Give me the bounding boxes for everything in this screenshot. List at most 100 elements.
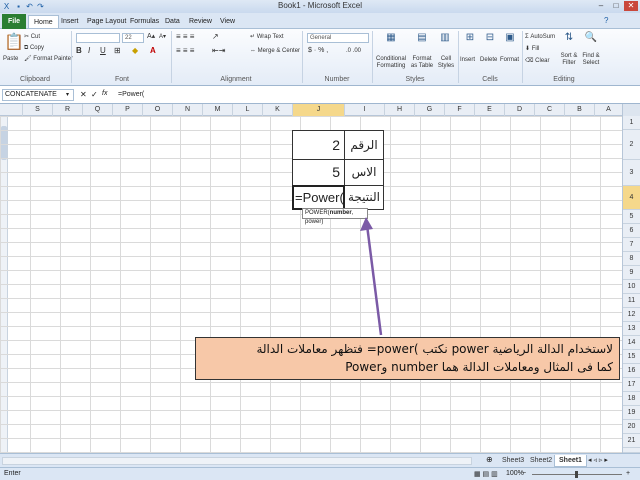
formula-input[interactable]: =Power( — [116, 89, 638, 101]
column-header[interactable]: G — [414, 104, 444, 116]
sheet-tab-sheet1[interactable]: Sheet1 — [554, 455, 587, 467]
column-header-selected[interactable]: J — [292, 104, 344, 116]
italic-button[interactable]: I — [88, 47, 90, 55]
column-header[interactable]: E — [474, 104, 504, 116]
name-box-dropdown-icon[interactable]: ▾ — [66, 91, 69, 98]
accounting-icon[interactable]: $ · % , — [308, 47, 328, 55]
row-header[interactable]: 8 — [623, 252, 640, 266]
column-header[interactable]: S — [22, 104, 52, 116]
row-header[interactable]: 20 — [623, 420, 640, 434]
merge-center-button[interactable]: ⇔ Merge & Center — [250, 47, 300, 55]
row-header[interactable]: 11 — [623, 294, 640, 308]
row-header-selected[interactable]: 4 — [623, 186, 640, 210]
indent-icon[interactable]: ⇤⇥ — [212, 47, 225, 55]
row-header[interactable]: 3 — [623, 160, 640, 186]
cell-i3[interactable]: الاس — [344, 159, 384, 186]
underline-button[interactable]: U — [100, 47, 106, 55]
number-format-select[interactable]: General — [307, 33, 369, 43]
view-buttons-icon[interactable]: ▦ ▤ ▥ — [474, 470, 498, 478]
row-header[interactable]: 19 — [623, 406, 640, 420]
column-header[interactable]: C — [534, 104, 564, 116]
cancel-entry-icon[interactable]: ✕ — [80, 90, 87, 99]
autosum-button[interactable]: Σ AutoSum — [525, 33, 555, 41]
row-header[interactable]: 13 — [623, 322, 640, 336]
shrink-font-button[interactable]: A▾ — [159, 33, 166, 41]
row-header[interactable]: 7 — [623, 238, 640, 252]
orientation-icon[interactable]: ↗ — [212, 33, 219, 41]
row-header[interactable]: 18 — [623, 392, 640, 406]
row-header[interactable]: 12 — [623, 308, 640, 322]
tab-data[interactable]: Data — [160, 15, 185, 28]
column-header[interactable]: N — [172, 104, 202, 116]
grow-font-button[interactable]: A▴ — [147, 33, 155, 41]
cell-i2[interactable]: الرقم — [344, 130, 384, 160]
row-header[interactable]: 1 — [623, 116, 640, 130]
tab-home[interactable]: Home — [28, 15, 59, 28]
delete-button[interactable]: Delete — [480, 56, 497, 64]
column-header[interactable]: M — [202, 104, 232, 116]
font-color-icon[interactable]: A — [150, 47, 156, 55]
format-as-table-button[interactable]: Format as Table — [410, 56, 434, 70]
column-header[interactable]: A — [594, 104, 622, 116]
row-header[interactable]: 6 — [623, 224, 640, 238]
sheet-tab-sheet3[interactable]: Sheet3 — [498, 455, 528, 467]
borders-icon[interactable]: ⊞ — [114, 47, 121, 55]
maximize-button[interactable]: □ — [609, 1, 623, 11]
row-header[interactable]: 5 — [623, 210, 640, 224]
sort-filter-button[interactable]: Sort & Filter — [558, 53, 580, 67]
tab-page-layout[interactable]: Page Layout — [82, 15, 131, 28]
horizontal-scrollbar[interactable] — [2, 457, 472, 465]
paste-icon[interactable]: 📋 — [4, 32, 24, 52]
help-icon[interactable]: ? — [604, 16, 608, 25]
row-header[interactable]: 2 — [623, 130, 640, 160]
cell-j3[interactable]: 5 — [292, 159, 345, 186]
tab-insert[interactable]: Insert — [56, 15, 84, 28]
conditional-formatting-button[interactable]: Conditional Formatting — [374, 56, 408, 70]
wrap-text-button[interactable]: ↵ Wrap Text — [250, 33, 284, 41]
column-header[interactable]: D — [504, 104, 534, 116]
sheet-tab-sheet2[interactable]: Sheet2 — [526, 455, 556, 467]
paste-button[interactable]: Paste — [3, 55, 18, 63]
column-header[interactable]: B — [564, 104, 594, 116]
sheet-nav-arrows-icon[interactable]: ◂ ◃ ▹ ▸ — [588, 456, 608, 464]
zoom-in-icon[interactable]: + — [626, 470, 630, 477]
column-header[interactable]: O — [142, 104, 172, 116]
tab-review[interactable]: Review — [184, 15, 217, 28]
column-header[interactable]: Q — [82, 104, 112, 116]
align-left-icon[interactable]: ≡ ≡ ≡ — [176, 47, 194, 55]
column-header[interactable]: R — [52, 104, 82, 116]
row-header[interactable]: 14 — [623, 336, 640, 350]
confirm-entry-icon[interactable]: ✓ — [91, 90, 98, 99]
insert-function-icon[interactable]: fx — [102, 90, 107, 97]
insert-button[interactable]: Insert — [460, 56, 475, 64]
format-painter-button[interactable]: 🖌 Format Painter — [24, 55, 73, 63]
clear-button[interactable]: ⌫ Clear — [525, 57, 550, 65]
name-box[interactable]: CONCATENATE — [2, 89, 74, 101]
bold-button[interactable]: B — [76, 47, 82, 55]
column-header[interactable]: H — [384, 104, 414, 116]
cell-j4-active[interactable]: =Power( — [292, 185, 345, 210]
cell-j2[interactable]: 2 — [292, 130, 345, 160]
tab-file[interactable]: File — [2, 14, 27, 29]
row-header[interactable]: 9 — [623, 266, 640, 280]
row-header[interactable]: 15 — [623, 350, 640, 364]
minimize-button[interactable]: – — [594, 1, 608, 11]
column-header[interactable]: F — [444, 104, 474, 116]
tab-formulas[interactable]: Formulas — [125, 15, 164, 28]
format-button[interactable]: Format — [500, 56, 519, 64]
decimal-icon[interactable]: .0 .00 — [346, 47, 361, 55]
close-button[interactable]: ✕ — [624, 1, 638, 11]
row-header[interactable]: 16 — [623, 364, 640, 378]
column-header[interactable]: I — [344, 104, 384, 116]
select-all-corner[interactable] — [622, 104, 640, 116]
cell-i4[interactable]: النتيجة — [344, 185, 384, 210]
insert-sheet-icon[interactable]: ⊕ — [486, 455, 493, 464]
font-name-select[interactable] — [76, 33, 120, 43]
row-header[interactable]: 21 — [623, 434, 640, 448]
cell-styles-button[interactable]: Cell Styles — [436, 56, 456, 70]
zoom-out-icon[interactable]: − — [522, 470, 526, 477]
find-select-button[interactable]: Find & Select — [580, 53, 602, 67]
column-header[interactable]: P — [112, 104, 142, 116]
row-header[interactable]: 17 — [623, 378, 640, 392]
column-header[interactable]: K — [262, 104, 292, 116]
